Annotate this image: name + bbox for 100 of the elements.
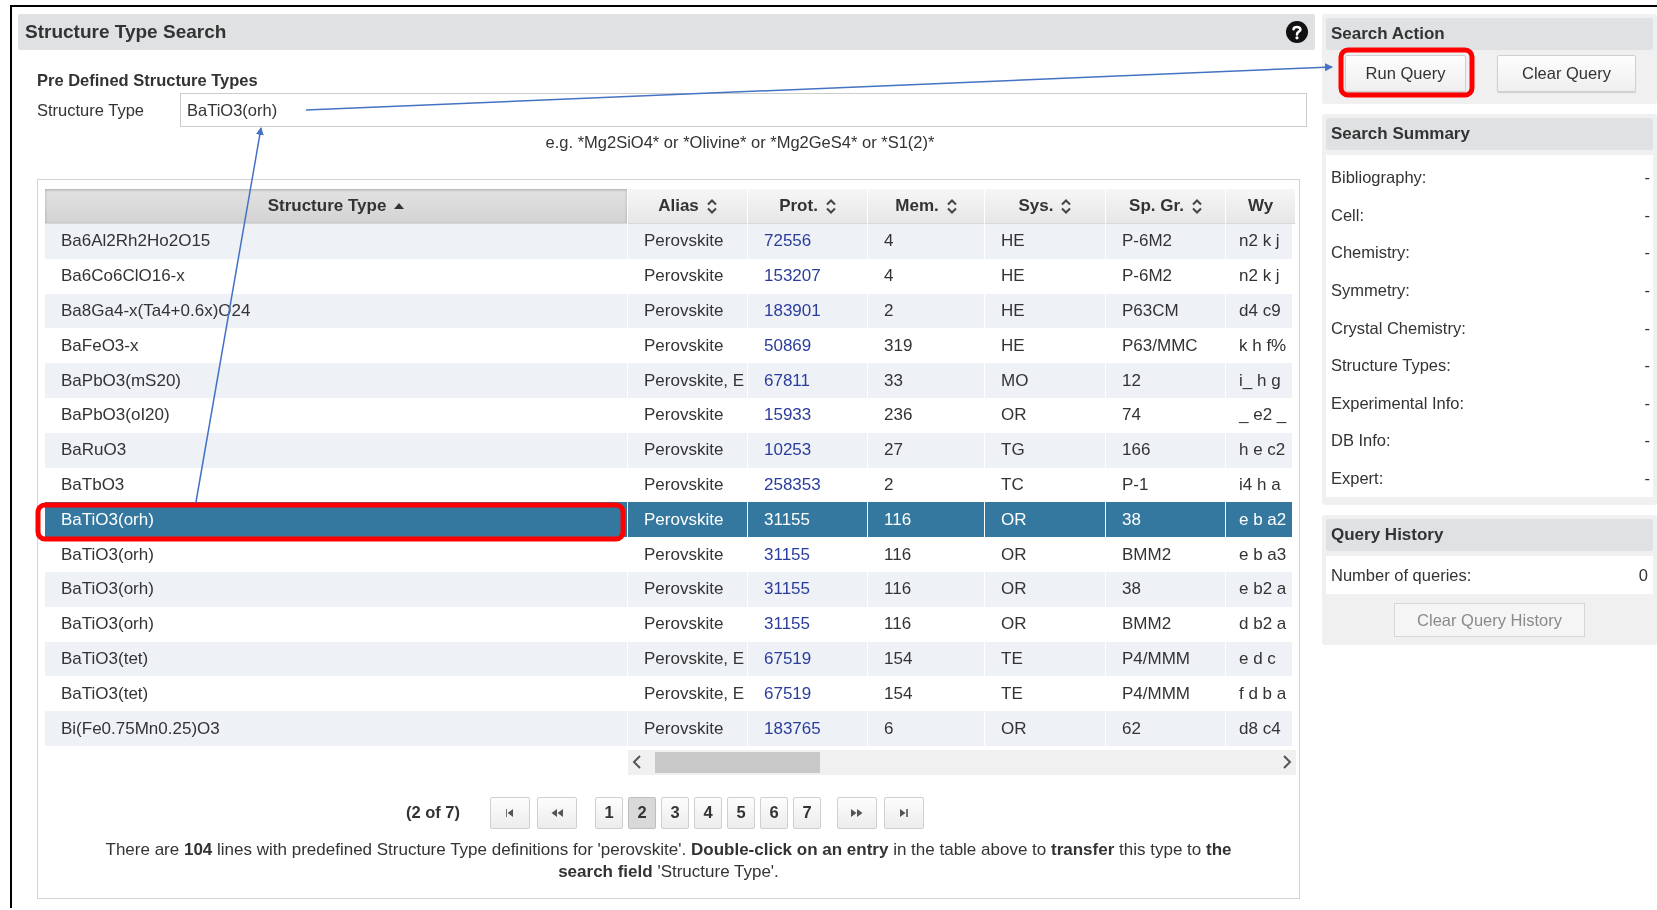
table-cell: 116: [884, 544, 912, 565]
table-row[interactable]: Ba6Al2Rh2Ho2O15 Perovskite 72556 4 HE P-6M2 n2 k j: [45, 224, 1292, 259]
table-cell: BaTiO3(orh): [61, 614, 154, 635]
table-cell: P63/MMC: [1122, 335, 1198, 356]
sort-icon: [1191, 198, 1202, 214]
column-header[interactable]: Structure Type: [45, 189, 628, 224]
page-button[interactable]: 5: [727, 796, 756, 829]
help-icon[interactable]: [1286, 21, 1308, 43]
column-header[interactable]: Sp. Gr.: [1106, 189, 1226, 224]
last-page-button[interactable]: [884, 796, 925, 829]
table-cell: BaTiO3(tet): [61, 648, 149, 669]
table-cell: 4: [884, 231, 894, 252]
table-cell: Perovskite: [644, 335, 724, 356]
first-page-button[interactable]: [490, 796, 531, 829]
table-cell: 166: [1122, 440, 1151, 461]
entry-link[interactable]: 31155: [764, 544, 810, 565]
summary-label: Experimental Info:: [1331, 393, 1464, 413]
table-cell: f d b a: [1239, 683, 1287, 704]
table-cell: Perovskite: [644, 301, 724, 321]
table-cell: P4/MMM: [1122, 648, 1190, 669]
sort-icon: [825, 198, 836, 214]
table-cell: e b a2: [1239, 509, 1287, 530]
summary-value: -: [1644, 393, 1650, 413]
table-cell: 154: [884, 683, 913, 704]
table-row[interactable]: BaTiO3(tet) Perovskite, E 67519 154 TE P4/MMM e d c: [45, 641, 1292, 677]
table-cell: Perovskite, E: [644, 370, 745, 391]
entry-link[interactable]: 67519: [764, 683, 812, 704]
table-cell: 2: [884, 474, 894, 495]
entry-link[interactable]: 72556: [764, 231, 812, 252]
entry-link[interactable]: 10253: [764, 440, 812, 461]
entry-link[interactable]: 183765: [764, 718, 821, 739]
table-cell: OR: [1001, 579, 1027, 600]
table-cell: BaFeO3-x: [61, 335, 139, 356]
summary-label: Symmetry:: [1331, 281, 1410, 301]
table-cell: BaTiO3(orh): [61, 579, 154, 600]
entry-link[interactable]: 31155: [764, 614, 810, 635]
prev-page-button[interactable]: [537, 796, 578, 829]
table-row[interactable]: BaTiO3(orh) Perovskite 31155 116 OR 38 e b2 a: [45, 571, 1292, 607]
summary-value: -: [1644, 205, 1650, 225]
page-button[interactable]: 2: [628, 796, 657, 829]
table-cell: BaTbO3: [61, 474, 125, 495]
entry-link[interactable]: 31155: [764, 509, 810, 530]
entry-link[interactable]: 183901: [764, 301, 821, 321]
table-row[interactable]: BaPbO3(mS20) Perovskite, E 67811 33 MO 12 i_ h g: [45, 363, 1292, 398]
entry-link[interactable]: 31155: [764, 579, 810, 600]
entry-link[interactable]: 67811: [764, 370, 810, 391]
page-button[interactable]: 1: [595, 796, 624, 829]
entry-link[interactable]: 15933: [764, 405, 812, 426]
page-button[interactable]: 6: [760, 796, 789, 829]
table-row[interactable]: BaRuO3 Perovskite 10253 27 TG 166 h e c2: [45, 432, 1292, 468]
summary-value: -: [1644, 243, 1650, 263]
table-cell: Ba6Al2Rh2Ho2O15: [61, 231, 211, 252]
next-page-button[interactable]: [837, 796, 878, 829]
table-cell: 4: [884, 266, 894, 287]
summary-value: -: [1644, 431, 1650, 451]
column-header[interactable]: Sys.: [985, 189, 1106, 224]
entry-link[interactable]: 258353: [764, 474, 821, 495]
clear-query-button[interactable]: Clear Query: [1497, 55, 1636, 92]
summary-label: Bibliography:: [1331, 168, 1427, 188]
table-cell: 33: [884, 370, 903, 391]
table-cell: Perovskite: [644, 579, 724, 600]
table-cell: P4/MMM: [1122, 683, 1190, 704]
table-cell: TG: [1001, 440, 1025, 461]
column-header[interactable]: Prot.: [748, 189, 868, 224]
table-cell: _ e2 _: [1239, 405, 1287, 426]
column-header[interactable]: Alias: [628, 189, 748, 224]
table-cell: MO: [1001, 370, 1029, 391]
table-cell: BaPbO3(oI20): [61, 405, 170, 426]
table-row[interactable]: Bi(Fe0.75Mn0.25)O3 Perovskite 183765 6 OR 62 d8 c4: [45, 711, 1292, 746]
page-button[interactable]: 3: [661, 796, 690, 829]
section-header: Search Summary: [1326, 118, 1653, 150]
table-cell: BaTiO3(tet): [61, 683, 149, 704]
horizontal-scrollbar[interactable]: [628, 749, 1296, 775]
table-cell: P-6M2: [1122, 231, 1173, 252]
scroll-left-icon[interactable]: [632, 755, 641, 770]
sort-icon: [946, 198, 957, 214]
table-cell: OR: [1001, 718, 1027, 739]
table-cell: 319: [884, 335, 913, 356]
entry-link[interactable]: 50869: [764, 335, 812, 356]
table-cell: TC: [1001, 474, 1024, 495]
scroll-right-icon[interactable]: [1283, 755, 1292, 770]
column-header[interactable]: Wy: [1226, 189, 1296, 224]
table-cell: 236: [884, 405, 913, 426]
structure-type-field[interactable]: BaTiO3(orh): [180, 93, 1307, 127]
summary-value: -: [1644, 281, 1650, 301]
page-button[interactable]: 4: [694, 796, 723, 829]
table-cell: BaTiO3(orh): [61, 509, 154, 530]
table-cell: e d c: [1239, 648, 1276, 669]
entry-link[interactable]: 153207: [764, 266, 821, 287]
section-heading: Pre Defined Structure Types: [37, 70, 259, 90]
table-row[interactable]: BaTiO3(orh) Perovskite 31155 116 OR 38 e b a2: [45, 502, 1292, 538]
run-query-button[interactable]: Run Query: [1345, 55, 1466, 92]
column-header[interactable]: Mem.: [868, 189, 985, 224]
table-cell: HE: [1001, 335, 1025, 356]
table-cell: Ba6Co6ClO16-x: [61, 266, 185, 287]
table-cell: k h f%: [1239, 335, 1287, 356]
table-cell: TE: [1001, 683, 1023, 704]
page-button[interactable]: 7: [793, 796, 822, 829]
entry-link[interactable]: 67519: [764, 648, 812, 669]
table-cell: HE: [1001, 266, 1025, 287]
